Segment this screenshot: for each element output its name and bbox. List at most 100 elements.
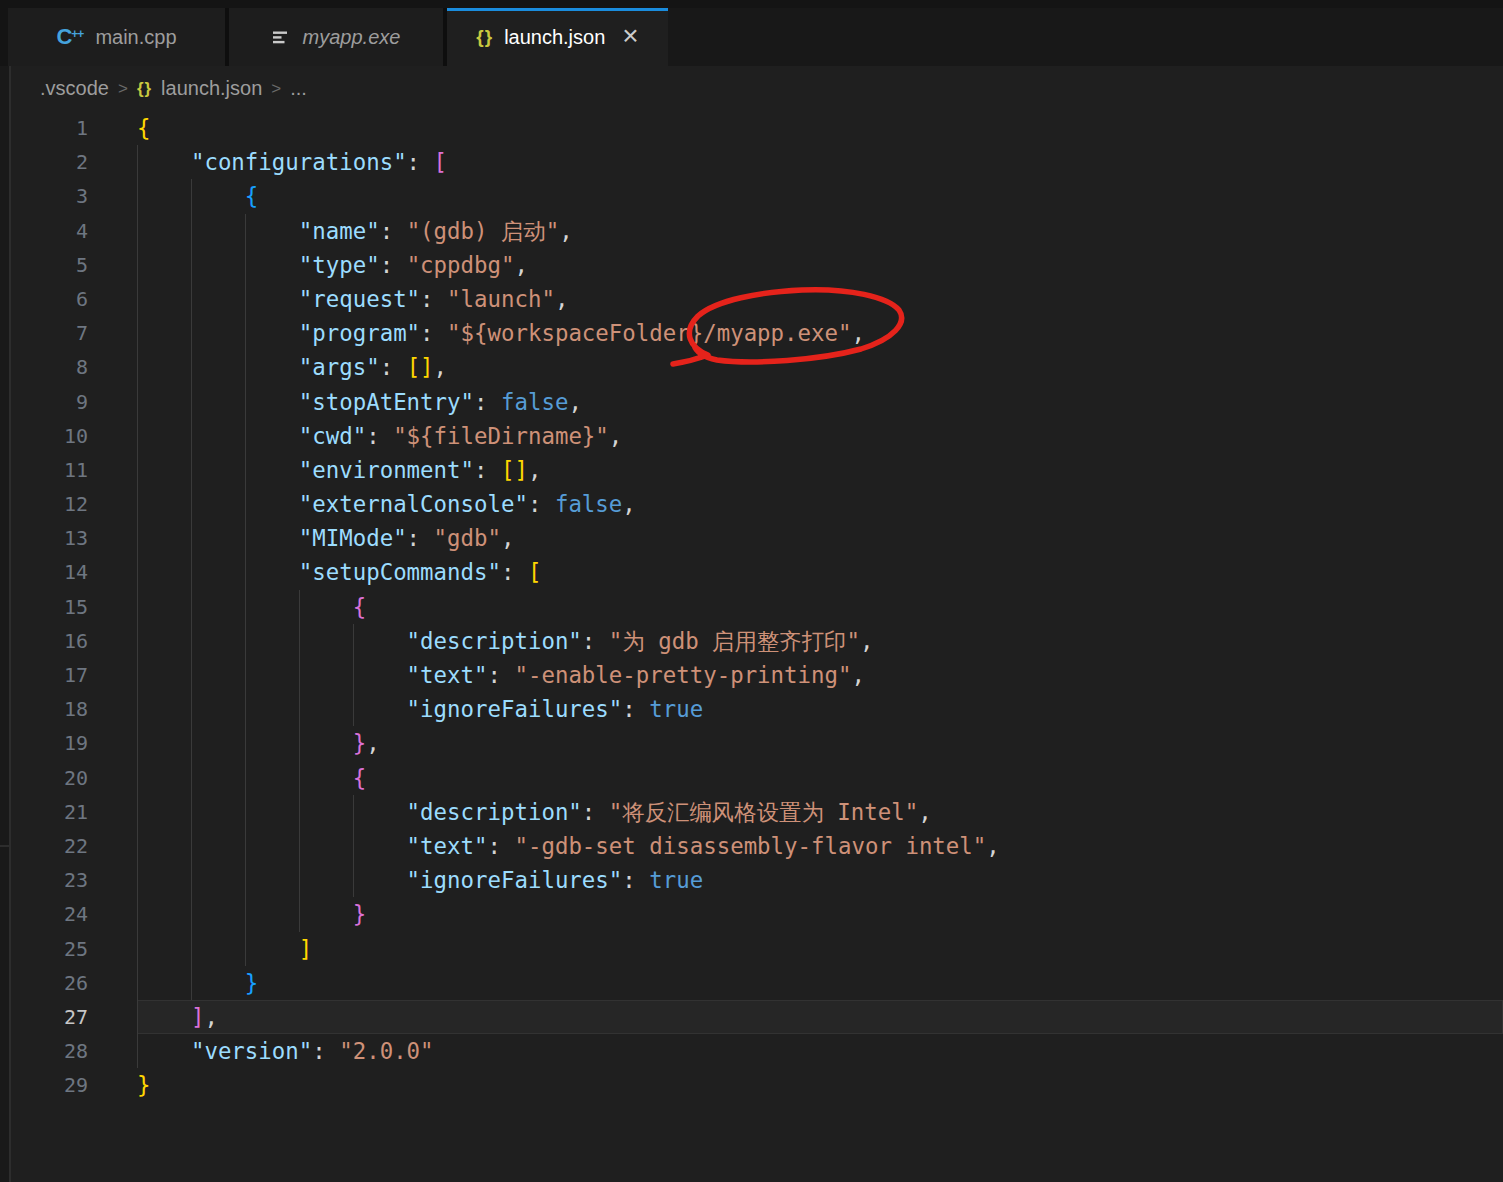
line-number[interactable]: 16 [0,624,88,658]
line-content: "text": "-gdb-set disassembly-flavor int… [137,829,1503,863]
line-number[interactable]: 25 [0,932,88,966]
indent-guide [137,692,138,726]
indent-guide [245,350,246,384]
indent-guide [191,419,192,453]
code-line[interactable]: 22 "text": "-gdb-set disassembly-flavor … [0,829,1503,863]
code-line[interactable]: 2 "configurations": [ [0,145,1503,179]
code-line[interactable]: 20 { [0,761,1503,795]
line-number[interactable]: 26 [0,966,88,1000]
tab-myapp-exe[interactable]: myapp.exe [229,8,443,66]
code-line[interactable]: 26 } [0,966,1503,1000]
code-line[interactable]: 9 "stopAtEntry": false, [0,385,1503,419]
code-line[interactable]: 5 "type": "cppdbg", [0,248,1503,282]
indent-guide [245,897,246,931]
line-content: "externalConsole": false, [137,487,1503,521]
line-number[interactable]: 11 [0,453,88,487]
vscode-window: C++ main.cpp myapp.exe {} launch.json × … [0,0,1503,1182]
line-number[interactable]: 2 [0,145,88,179]
line-content: "args": [], [137,350,1503,384]
tab-main-cpp[interactable]: C++ main.cpp [8,8,225,66]
editor-left-sash[interactable] [9,66,11,1182]
window-top-edge [0,0,1503,8]
indent-guide [191,932,192,966]
line-number[interactable]: 7 [0,316,88,350]
indent-guide [191,521,192,555]
code-line[interactable]: 14 "setupCommands": [ [0,555,1503,589]
breadcrumb-file[interactable]: launch.json [161,77,262,100]
line-number[interactable]: 14 [0,555,88,589]
indent-guide [245,214,246,248]
code-line[interactable]: 13 "MIMode": "gdb", [0,521,1503,555]
breadcrumb-symbol-more[interactable]: ... [290,77,307,100]
chevron-right-icon: > [271,79,281,99]
line-number[interactable]: 18 [0,692,88,726]
code-line[interactable]: 18 "ignoreFailures": true [0,692,1503,726]
line-number[interactable]: 24 [0,897,88,931]
code-line[interactable]: 4 "name": "(gdb) 启动", [0,214,1503,248]
line-number[interactable]: 12 [0,487,88,521]
line-number[interactable]: 9 [0,385,88,419]
line-content: "type": "cppdbg", [137,248,1503,282]
indent-guide [245,487,246,521]
line-number[interactable]: 22 [0,829,88,863]
code-editor[interactable]: 1{2 "configurations": [3 {4 "name": "(gd… [0,111,1503,1182]
code-line[interactable]: 17 "text": "-enable-pretty-printing", [0,658,1503,692]
code-line[interactable]: 8 "args": [], [0,350,1503,384]
code-line[interactable]: 10 "cwd": "${fileDirname}", [0,419,1503,453]
tab-launch-json[interactable]: {} launch.json × [447,8,668,66]
line-number[interactable]: 15 [0,590,88,624]
line-number[interactable]: 5 [0,248,88,282]
code-line[interactable]: 29} [0,1068,1503,1102]
line-number[interactable]: 3 [0,179,88,213]
line-number[interactable]: 29 [0,1068,88,1102]
code-line[interactable]: 3 { [0,179,1503,213]
indent-guide [137,487,138,521]
indent-guide [191,487,192,521]
code-line[interactable]: 6 "request": "launch", [0,282,1503,316]
code-line[interactable]: 15 { [0,590,1503,624]
line-number[interactable]: 6 [0,282,88,316]
indent-guide [191,316,192,350]
json-file-icon: {} [476,26,493,48]
chevron-right-icon: > [118,79,128,99]
breadcrumb-folder[interactable]: .vscode [40,77,109,100]
code-line[interactable]: 27 ], [0,1000,1503,1034]
line-number[interactable]: 17 [0,658,88,692]
indent-guide [137,282,138,316]
code-line[interactable]: 25 ] [0,932,1503,966]
code-line[interactable]: 11 "environment": [], [0,453,1503,487]
line-number[interactable]: 4 [0,214,88,248]
line-content: "description": "将反汇编风格设置为 Intel", [137,795,1503,829]
code-line[interactable]: 19 }, [0,726,1503,760]
line-number[interactable]: 27 [0,1000,88,1034]
code-line[interactable]: 24 } [0,897,1503,931]
line-number[interactable]: 10 [0,419,88,453]
code-line[interactable]: 23 "ignoreFailures": true [0,863,1503,897]
line-number[interactable]: 19 [0,726,88,760]
line-number[interactable]: 20 [0,761,88,795]
line-number[interactable]: 13 [0,521,88,555]
indent-guide [137,385,138,419]
code-line[interactable]: 1{ [0,111,1503,145]
indent-guide [137,829,138,863]
close-icon[interactable]: × [622,22,638,50]
indent-guide [353,624,354,658]
line-content: "version": "2.0.0" [137,1034,1503,1068]
line-number[interactable]: 8 [0,350,88,384]
code-line[interactable]: 28 "version": "2.0.0" [0,1034,1503,1068]
line-content: { [137,761,1503,795]
indent-guide [245,521,246,555]
line-content: ], [137,1000,1503,1034]
code-line[interactable]: 16 "description": "为 gdb 启用整齐打印", [0,624,1503,658]
code-line[interactable]: 12 "externalConsole": false, [0,487,1503,521]
code-line[interactable]: 21 "description": "将反汇编风格设置为 Intel", [0,795,1503,829]
line-number[interactable]: 1 [0,111,88,145]
indent-guide [191,350,192,384]
code-line[interactable]: 7 "program": "${workspaceFolder}/myapp.e… [0,316,1503,350]
indent-guide [137,350,138,384]
line-number[interactable]: 21 [0,795,88,829]
line-number[interactable]: 28 [0,1034,88,1068]
line-number[interactable]: 23 [0,863,88,897]
line-content: } [137,897,1503,931]
indent-guide [137,419,138,453]
